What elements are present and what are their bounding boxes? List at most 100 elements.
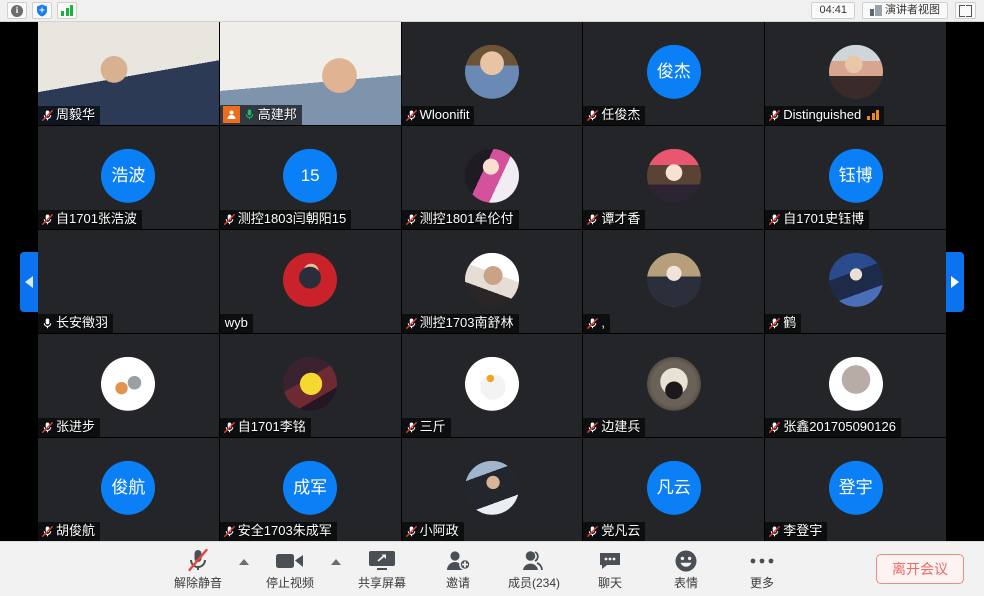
participant-tile[interactable]: 凡云 党凡云 bbox=[583, 438, 765, 541]
microphone-status-icon bbox=[768, 420, 781, 435]
microphone-status-icon bbox=[223, 524, 236, 539]
toolbar-button-invite-person[interactable]: 邀请 bbox=[420, 544, 496, 594]
microphone-status-icon bbox=[586, 420, 599, 435]
participant-name-bar: 张鑫201705090126 bbox=[765, 418, 901, 437]
network-quality-button[interactable] bbox=[57, 2, 77, 19]
toolbar-button-label: 停止视频 bbox=[265, 576, 314, 590]
avatar bbox=[828, 252, 883, 307]
participant-tile[interactable]: 高建邦 bbox=[219, 22, 401, 125]
participant-name-bar: 周毅华 bbox=[38, 106, 101, 125]
speaker-view-button[interactable]: 演讲者视图 bbox=[862, 2, 948, 19]
participant-name: 三斤 bbox=[419, 419, 446, 434]
participant-tile[interactable]: Wloonifit bbox=[401, 22, 583, 125]
participant-tile[interactable]: 三斤 bbox=[401, 334, 583, 437]
participant-name-bar: 谭才香 bbox=[583, 210, 646, 229]
participant-tile[interactable]: 登宇 李登宇 bbox=[765, 438, 946, 541]
participant-tile[interactable]: 张鑫201705090126 bbox=[765, 334, 946, 437]
fullscreen-button[interactable] bbox=[955, 2, 976, 19]
toolbar-button-label: 聊天 bbox=[597, 576, 622, 590]
toolbar-button-video-camera[interactable]: 停止视频 bbox=[252, 544, 328, 594]
participant-tile[interactable]: 俊杰 任俊杰 bbox=[583, 22, 765, 125]
participant-tile[interactable]: Distinguished bbox=[765, 22, 946, 125]
participant-name: 安全1703朱成军 bbox=[237, 523, 332, 538]
participant-tile[interactable]: 谭才香 bbox=[583, 126, 765, 229]
participant-tile[interactable]: 鹤 bbox=[765, 230, 946, 333]
participant-name: 测控1801牟伦付 bbox=[419, 211, 514, 226]
avatar: 钰博 bbox=[828, 148, 883, 203]
chevron-up-glyph bbox=[239, 559, 249, 565]
microphone-status-icon bbox=[41, 212, 54, 227]
encryption-button[interactable] bbox=[32, 2, 52, 19]
toolbar-button-chat-bubble[interactable]: 聊天 bbox=[572, 544, 648, 594]
participant-name-bar: 三斤 bbox=[401, 418, 451, 437]
participant-name: 长安徵羽 bbox=[56, 315, 109, 330]
meeting-info-button[interactable]: i bbox=[7, 2, 27, 19]
participant-name: 测控1803闫朝阳15 bbox=[237, 211, 347, 226]
toolbar-button-label: 共享屏幕 bbox=[357, 576, 406, 590]
participant-name: 边建兵 bbox=[601, 419, 641, 434]
avatar: 成军 bbox=[283, 460, 338, 515]
participant-name-bar: 测控1803闫朝阳15 bbox=[219, 210, 352, 229]
toolbar-button-microphone-muted[interactable]: 解除静音 bbox=[160, 544, 236, 594]
microphone-status-icon bbox=[405, 108, 418, 123]
chat-bubble-icon bbox=[598, 548, 622, 574]
participant-tile[interactable]: 测控1801牟伦付 bbox=[401, 126, 583, 229]
participant-name: 自1701史钰博 bbox=[783, 211, 865, 226]
leave-meeting-button[interactable]: 离开会议 bbox=[876, 554, 964, 584]
chevron-up-icon[interactable] bbox=[236, 544, 252, 594]
participant-name: 党凡云 bbox=[601, 523, 641, 538]
microphone-status-icon bbox=[41, 420, 54, 435]
chevron-up-icon[interactable] bbox=[328, 544, 344, 594]
avatar bbox=[464, 44, 519, 99]
participant-name-bar: 党凡云 bbox=[583, 522, 646, 541]
participant-tile[interactable]: 周毅华 bbox=[38, 22, 219, 125]
participant-name-bar: 鹤 bbox=[765, 314, 802, 333]
toolbar-button-emoji-smile[interactable]: 表情 bbox=[648, 544, 724, 594]
microphone-status-icon bbox=[223, 212, 236, 227]
microphone-status-icon bbox=[243, 107, 256, 122]
participants-icon bbox=[521, 548, 547, 574]
participant-tile[interactable]: 自1701李铭 bbox=[219, 334, 401, 437]
avatar bbox=[464, 252, 519, 307]
microphone-status-icon bbox=[405, 524, 418, 539]
participant-name: 张鑫201705090126 bbox=[783, 419, 896, 434]
top-bar-left-group: i bbox=[0, 2, 77, 19]
participant-tile[interactable]: wyb bbox=[219, 230, 401, 333]
participant-tile[interactable]: 成军安全1703朱成军 bbox=[219, 438, 401, 541]
toolbar-button-more-dots[interactable]: 更多 bbox=[724, 544, 800, 594]
participant-name-bar: 测控1703南舒林 bbox=[401, 314, 519, 333]
participant-name-bar: , bbox=[583, 314, 611, 333]
microphone-status-icon bbox=[41, 108, 54, 123]
avatar bbox=[828, 356, 883, 411]
host-badge-icon bbox=[222, 106, 240, 123]
participant-tile[interactable]: 边建兵 bbox=[583, 334, 765, 437]
participant-name-bar: wyb bbox=[219, 314, 253, 333]
participant-tile[interactable]: 15 测控1803闫朝阳15 bbox=[219, 126, 401, 229]
participant-name-bar: 小阿政 bbox=[401, 522, 464, 541]
avatar bbox=[828, 44, 883, 99]
participant-tile[interactable]: 浩波 自1701张浩波 bbox=[38, 126, 219, 229]
microphone-status-icon bbox=[223, 420, 236, 435]
participant-name-bar: 长安徵羽 bbox=[38, 314, 114, 333]
participant-tile[interactable]: 长安徵羽 bbox=[38, 230, 219, 333]
participant-tile[interactable]: 钰博自1701史钰博 bbox=[765, 126, 946, 229]
participant-tile[interactable]: 测控1703南舒林 bbox=[401, 230, 583, 333]
avatar bbox=[283, 252, 338, 307]
participant-name: , bbox=[601, 315, 606, 330]
participant-name-bar: 张进步 bbox=[38, 418, 101, 437]
participant-tile[interactable]: 小阿政 bbox=[401, 438, 583, 541]
participant-tile[interactable]: 俊航 胡俊航 bbox=[38, 438, 219, 541]
previous-page-button[interactable] bbox=[20, 251, 38, 312]
participant-name-bar: 任俊杰 bbox=[583, 106, 646, 125]
participant-tile[interactable]: , bbox=[583, 230, 765, 333]
network-quality-icon bbox=[867, 110, 880, 120]
toolbar-button-participants[interactable]: 成员(234) bbox=[496, 544, 572, 594]
avatar bbox=[646, 356, 701, 411]
next-page-button[interactable] bbox=[946, 251, 964, 312]
participant-tile[interactable]: 张进步 bbox=[38, 334, 219, 437]
toolbar-button-share-screen[interactable]: 共享屏幕 bbox=[344, 544, 420, 594]
avatar: 凡云 bbox=[646, 460, 701, 515]
microphone-status-icon bbox=[41, 316, 54, 331]
participant-name: 谭才香 bbox=[601, 211, 641, 226]
participant-name-bar: 胡俊航 bbox=[38, 522, 101, 541]
